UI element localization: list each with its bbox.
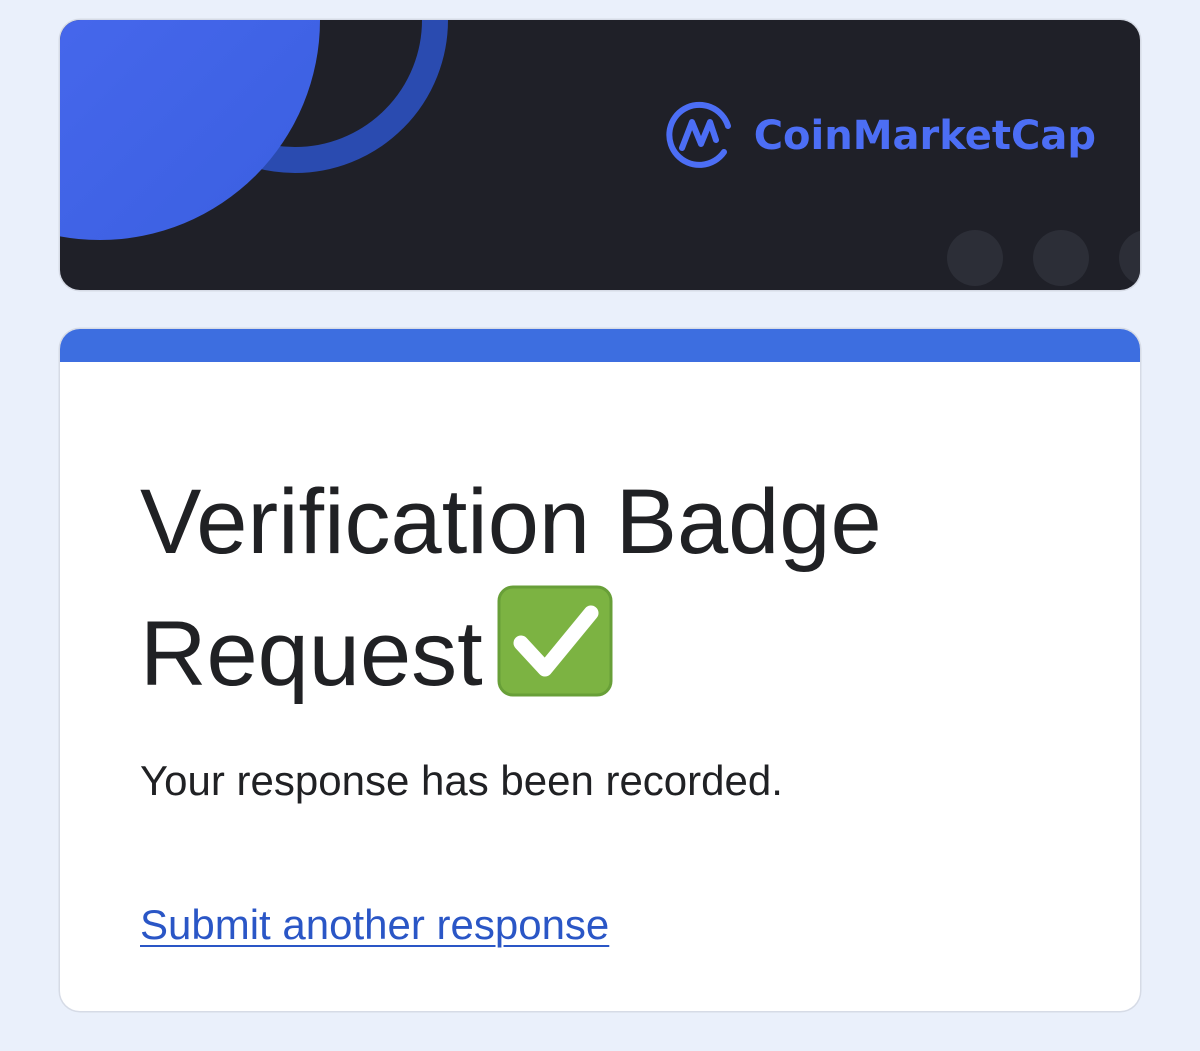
dot-shape	[947, 230, 1003, 286]
blue-circle-shape	[60, 20, 320, 240]
brand-name: CoinMarketCap	[753, 113, 1096, 159]
check-mark-icon	[497, 585, 613, 729]
form-title: Verification Badge Request	[140, 459, 1060, 729]
brand-logo: CoinMarketCap	[666, 100, 1096, 172]
form-header-banner: CoinMarketCap	[60, 20, 1140, 290]
confirmation-message: Your response has been recorded.	[140, 757, 783, 804]
coinmarketcap-logo-icon	[666, 101, 731, 168]
confirmation-card: Verification Badge Request Your response…	[60, 329, 1140, 1011]
submit-another-response-link[interactable]: Submit another response	[140, 901, 609, 949]
dot-shape	[1033, 230, 1089, 286]
dot-shape	[1119, 230, 1140, 286]
card-accent-bar	[60, 329, 1140, 362]
